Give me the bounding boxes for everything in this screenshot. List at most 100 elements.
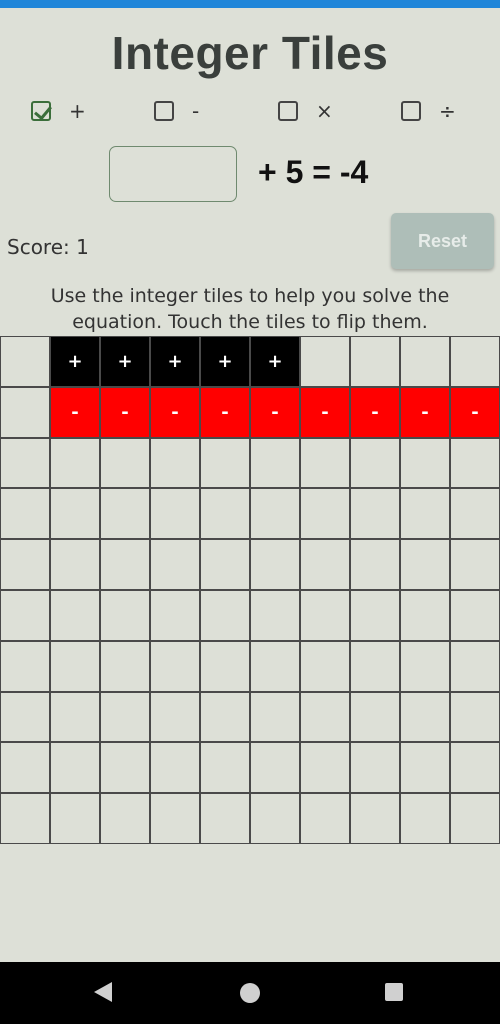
- empty-cell[interactable]: [100, 640, 150, 692]
- negative-tile[interactable]: -: [100, 386, 150, 438]
- empty-cell[interactable]: [250, 640, 300, 692]
- empty-cell[interactable]: [300, 336, 350, 387]
- empty-cell[interactable]: [50, 640, 100, 692]
- operation-divide-option[interactable]: ÷: [401, 94, 456, 128]
- empty-cell[interactable]: [400, 539, 450, 590]
- empty-cell[interactable]: [400, 742, 450, 794]
- empty-cell[interactable]: [300, 691, 350, 743]
- empty-cell[interactable]: [0, 640, 50, 692]
- empty-cell[interactable]: [50, 437, 100, 489]
- add-checkbox[interactable]: [31, 101, 51, 121]
- empty-cell[interactable]: [0, 336, 50, 387]
- empty-cell[interactable]: [100, 742, 150, 794]
- empty-cell[interactable]: [350, 539, 400, 590]
- empty-cell[interactable]: [450, 742, 500, 794]
- empty-cell[interactable]: [100, 691, 150, 743]
- empty-cell[interactable]: [200, 539, 250, 590]
- empty-cell[interactable]: [150, 742, 200, 794]
- answer-input[interactable]: [109, 146, 237, 202]
- empty-cell[interactable]: [400, 336, 450, 387]
- empty-cell[interactable]: [450, 691, 500, 743]
- empty-cell[interactable]: [50, 539, 100, 590]
- empty-cell[interactable]: [450, 488, 500, 540]
- empty-cell[interactable]: [150, 539, 200, 590]
- negative-tile[interactable]: -: [300, 386, 350, 438]
- reset-button[interactable]: Reset: [391, 213, 494, 269]
- empty-cell[interactable]: [200, 742, 250, 794]
- empty-cell[interactable]: [0, 742, 50, 794]
- positive-tile[interactable]: +: [50, 336, 100, 387]
- empty-cell[interactable]: [0, 589, 50, 641]
- empty-cell[interactable]: [350, 437, 400, 489]
- empty-cell[interactable]: [100, 488, 150, 540]
- empty-cell[interactable]: [350, 742, 400, 794]
- negative-tile[interactable]: -: [350, 386, 400, 438]
- empty-cell[interactable]: [300, 793, 350, 844]
- empty-cell[interactable]: [250, 488, 300, 540]
- empty-cell[interactable]: [300, 640, 350, 692]
- empty-cell[interactable]: [0, 488, 50, 540]
- back-icon[interactable]: [94, 982, 112, 1002]
- empty-cell[interactable]: [50, 742, 100, 794]
- positive-tile[interactable]: +: [150, 336, 200, 387]
- operation-multiply-option[interactable]: ×: [278, 94, 333, 128]
- empty-cell[interactable]: [0, 793, 50, 844]
- empty-cell[interactable]: [100, 589, 150, 641]
- multiply-checkbox[interactable]: [278, 101, 298, 121]
- operation-add-option[interactable]: +: [31, 94, 86, 128]
- empty-cell[interactable]: [300, 539, 350, 590]
- empty-cell[interactable]: [200, 488, 250, 540]
- empty-cell[interactable]: [200, 793, 250, 844]
- empty-cell[interactable]: [350, 488, 400, 540]
- empty-cell[interactable]: [350, 793, 400, 844]
- empty-cell[interactable]: [250, 589, 300, 641]
- positive-tile[interactable]: +: [250, 336, 300, 387]
- empty-cell[interactable]: [250, 539, 300, 590]
- empty-cell[interactable]: [350, 640, 400, 692]
- empty-cell[interactable]: [150, 437, 200, 489]
- empty-cell[interactable]: [250, 691, 300, 743]
- empty-cell[interactable]: [350, 589, 400, 641]
- empty-cell[interactable]: [50, 691, 100, 743]
- empty-cell[interactable]: [150, 640, 200, 692]
- empty-cell[interactable]: [250, 437, 300, 489]
- empty-cell[interactable]: [100, 437, 150, 489]
- empty-cell[interactable]: [200, 640, 250, 692]
- empty-cell[interactable]: [450, 589, 500, 641]
- empty-cell[interactable]: [0, 437, 50, 489]
- empty-cell[interactable]: [150, 589, 200, 641]
- negative-tile[interactable]: -: [400, 386, 450, 438]
- empty-cell[interactable]: [300, 589, 350, 641]
- empty-cell[interactable]: [350, 336, 400, 387]
- empty-cell[interactable]: [50, 589, 100, 641]
- operation-subtract-option[interactable]: -: [154, 94, 199, 128]
- empty-cell[interactable]: [450, 437, 500, 489]
- empty-cell[interactable]: [150, 691, 200, 743]
- empty-cell[interactable]: [50, 793, 100, 844]
- empty-cell[interactable]: [400, 691, 450, 743]
- empty-cell[interactable]: [250, 742, 300, 794]
- empty-cell[interactable]: [150, 793, 200, 844]
- negative-tile[interactable]: -: [200, 386, 250, 438]
- empty-cell[interactable]: [250, 793, 300, 844]
- recent-apps-icon[interactable]: [385, 983, 403, 1001]
- empty-cell[interactable]: [400, 488, 450, 540]
- positive-tile[interactable]: +: [200, 336, 250, 387]
- empty-cell[interactable]: [300, 437, 350, 489]
- empty-cell[interactable]: [450, 793, 500, 844]
- empty-cell[interactable]: [300, 742, 350, 794]
- empty-cell[interactable]: [450, 640, 500, 692]
- empty-cell[interactable]: [0, 691, 50, 743]
- empty-cell[interactable]: [450, 539, 500, 590]
- empty-cell[interactable]: [50, 488, 100, 540]
- negative-tile[interactable]: -: [150, 386, 200, 438]
- empty-cell[interactable]: [400, 589, 450, 641]
- empty-cell[interactable]: [450, 336, 500, 387]
- empty-cell[interactable]: [100, 793, 150, 844]
- negative-tile[interactable]: -: [50, 386, 100, 438]
- home-icon[interactable]: [240, 983, 260, 1003]
- empty-cell[interactable]: [200, 691, 250, 743]
- negative-tile[interactable]: -: [250, 386, 300, 438]
- empty-cell[interactable]: [400, 640, 450, 692]
- empty-cell[interactable]: [100, 539, 150, 590]
